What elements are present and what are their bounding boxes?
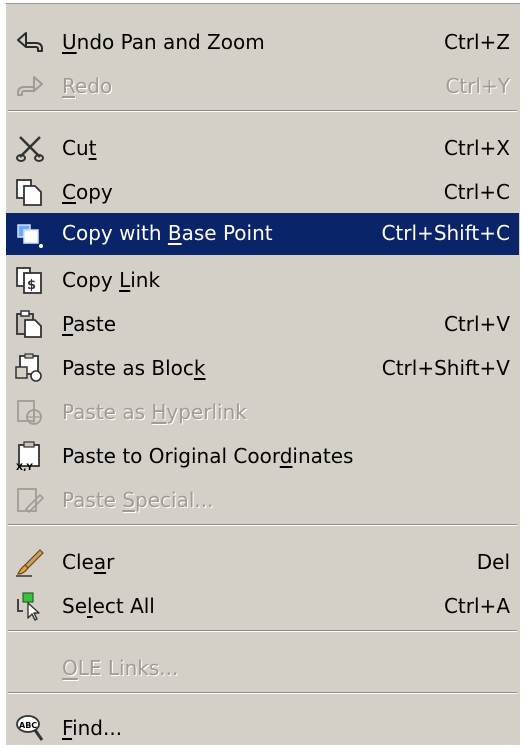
menu-item-label: Undo Pan and Zoom: [62, 30, 265, 54]
menu-item-paste[interactable]: Paste Ctrl+V: [6, 304, 519, 344]
edit-context-menu: Undo Pan and Zoom Ctrl+Z Redo Ctrl+Y Cut…: [5, 3, 520, 745]
menu-item-find[interactable]: ABC Find...: [6, 708, 519, 748]
svg-text:$: $: [27, 278, 36, 293]
menu-item-shortcut: Ctrl+X: [443, 136, 510, 160]
find-icon: ABC: [14, 713, 46, 743]
menu-item-copy[interactable]: Copy Ctrl+C: [6, 172, 519, 212]
copy-icon: [14, 177, 46, 207]
menu-item-shortcut: Del: [476, 550, 510, 574]
svg-text:ABC: ABC: [19, 721, 37, 730]
paste-hyperlink-icon: [14, 397, 46, 427]
menu-separator: [8, 110, 517, 112]
menu-item-copy-with-base-point[interactable]: Copy with Base Point Ctrl+Shift+C: [6, 213, 519, 255]
paste-block-icon: [14, 353, 46, 383]
menu-item-shortcut: Ctrl+A: [443, 594, 510, 618]
menu-item-label: Copy: [62, 180, 113, 204]
menu-item-ole-links: OLE Links...: [6, 648, 519, 688]
menu-item-paste-special: Paste Special...: [6, 480, 519, 520]
menu-item-paste-as-block[interactable]: Paste as Block Ctrl+Shift+V: [6, 348, 519, 388]
menu-item-cut[interactable]: Cut Ctrl+X: [6, 128, 519, 168]
menu-item-label: Paste: [62, 312, 116, 336]
menu-item-label: Find...: [62, 716, 123, 740]
svg-text:X,Y: X,Y: [16, 463, 33, 471]
menu-item-copy-link[interactable]: $ Copy Link: [6, 260, 519, 300]
menu-item-label: Copy Link: [62, 268, 161, 292]
menu-item-redo: Redo Ctrl+Y: [6, 66, 519, 106]
eraser-icon: [14, 547, 46, 577]
menu-item-label: Copy with Base Point: [62, 221, 273, 245]
scissors-icon: [14, 133, 46, 163]
select-all-icon: [14, 591, 46, 621]
copy-link-icon: $: [14, 265, 46, 295]
menu-separator: [8, 630, 517, 632]
menu-item-shortcut: Ctrl+Shift+V: [381, 356, 510, 380]
menu-item-label: Cut: [62, 136, 97, 160]
paste-special-icon: [14, 485, 46, 515]
menu-item-paste-to-original-coordinates[interactable]: X,Y Paste to Original Coordinates: [6, 436, 519, 476]
menu-separator: [8, 692, 517, 694]
menu-item-shortcut: Ctrl+Shift+C: [381, 221, 510, 245]
menu-item-label: Paste as Hyperlink: [62, 400, 247, 424]
menu-item-label: Select All: [62, 594, 155, 618]
undo-icon: [14, 27, 46, 57]
menu-item-label: Paste as Block: [62, 356, 206, 380]
menu-item-shortcut: Ctrl+V: [443, 312, 510, 336]
paste-coordinates-icon: X,Y: [14, 441, 46, 471]
menu-item-shortcut: Ctrl+Z: [443, 30, 510, 54]
menu-item-label: Redo: [62, 74, 113, 98]
menu-item-undo[interactable]: Undo Pan and Zoom Ctrl+Z: [6, 22, 519, 62]
paste-icon: [14, 309, 46, 339]
menu-item-shortcut: Ctrl+Y: [445, 74, 510, 98]
menu-item-select-all[interactable]: Select All Ctrl+A: [6, 586, 519, 626]
menu-item-shortcut: Ctrl+C: [443, 180, 510, 204]
menu-item-clear[interactable]: Clear Del: [6, 542, 519, 582]
copy-base-point-icon: [14, 219, 46, 249]
redo-icon: [14, 71, 46, 101]
menu-item-paste-as-hyperlink: Paste as Hyperlink: [6, 392, 519, 432]
menu-item-label: Clear: [62, 550, 115, 574]
menu-separator: [8, 524, 517, 526]
menu-item-label: Paste Special...: [62, 488, 214, 512]
menu-item-label: Paste to Original Coordinates: [62, 444, 354, 468]
menu-item-label: OLE Links...: [62, 656, 179, 680]
